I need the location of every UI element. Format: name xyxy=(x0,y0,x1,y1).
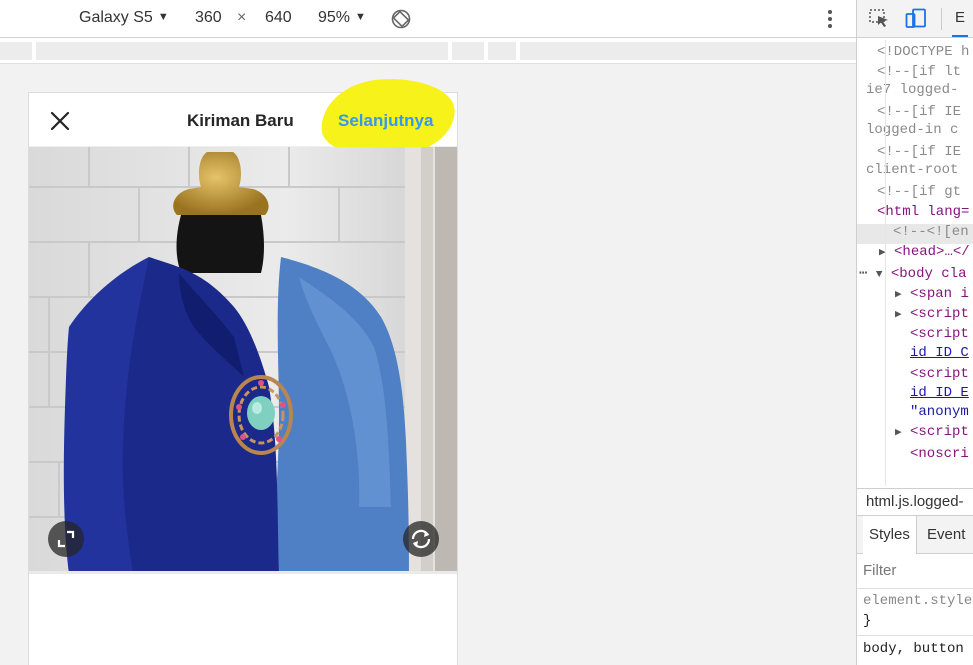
dom-row-script2: ▶ <script xyxy=(895,422,969,442)
dom-line[interactable]: <body cla xyxy=(891,266,967,282)
dom-line[interactable]: <script xyxy=(910,424,969,440)
rule-selector[interactable]: body, button xyxy=(863,641,964,657)
dom-tree: <!DOCTYPE h <!--[if lt ie7 logged- <!--[… xyxy=(857,40,973,488)
dom-line[interactable]: <!--[if gt xyxy=(877,182,961,202)
expand-triangle-icon[interactable]: ▶ xyxy=(895,309,902,321)
dom-line[interactable]: <head>…</ xyxy=(894,244,970,260)
expand-icon xyxy=(57,530,75,548)
dom-row-script: ▶ <script xyxy=(895,304,969,324)
media-query-ruler xyxy=(0,38,856,64)
dom-line[interactable]: <!--[if IE xyxy=(877,142,961,162)
close-icon[interactable] xyxy=(49,110,71,132)
dom-line[interactable]: logged-in c xyxy=(866,120,958,140)
dom-line[interactable]: <!--[if lt xyxy=(877,62,961,82)
style-rules: element.style } body, button xyxy=(857,588,973,657)
dom-line[interactable]: <noscri xyxy=(910,444,969,464)
dom-row-span: ▶ <span i xyxy=(895,284,969,304)
dom-line[interactable]: id_ID_C xyxy=(910,343,969,363)
dom-line[interactable]: <!DOCTYPE h xyxy=(877,42,969,62)
zoom-value: 95% xyxy=(318,9,351,26)
ruler-segment[interactable] xyxy=(520,42,856,60)
collapse-triangle-icon[interactable]: ▼ xyxy=(876,269,883,281)
dom-breadcrumb[interactable]: html.js.logged- xyxy=(857,488,973,516)
next-button[interactable]: Selanjutnya xyxy=(338,111,433,131)
expand-triangle-icon[interactable]: ▶ xyxy=(895,289,902,301)
ruler-segment[interactable] xyxy=(488,42,516,60)
dom-line[interactable]: <html lang= xyxy=(877,202,969,222)
device-name: Galaxy S5 xyxy=(79,9,153,26)
devtools-toolbar: E xyxy=(857,0,973,38)
ruler-segment[interactable] xyxy=(0,42,32,60)
dom-row-head: ▶ <head>…</ xyxy=(879,242,970,262)
expand-photo-button[interactable] xyxy=(48,521,84,557)
dom-line[interactable]: "anonym xyxy=(910,402,969,422)
ellipsis-icon[interactable]: ⋯ xyxy=(859,266,867,282)
dom-line[interactable]: <span i xyxy=(910,286,969,302)
dom-line[interactable]: <!--[if IE xyxy=(877,102,961,122)
mobile-page: Kiriman Baru Selanjutnya xyxy=(28,74,458,665)
tab-event-listeners[interactable]: Event xyxy=(921,516,971,554)
new-post-header: Kiriman Baru Selanjutnya xyxy=(29,74,458,162)
device-toolbar: Galaxy S5 ▼ 360 × 640 95% ▼ xyxy=(0,0,856,38)
tree-guide xyxy=(885,40,886,486)
dom-line[interactable]: <!--<![en xyxy=(893,222,969,242)
ruler-segment[interactable] xyxy=(36,42,448,60)
rule-selector[interactable]: element.style xyxy=(863,593,972,609)
more-options-icon[interactable] xyxy=(826,10,834,30)
scarf-mannequin-image xyxy=(29,147,457,574)
dom-line[interactable]: <script xyxy=(910,324,969,344)
styles-tabbar: Styles Event xyxy=(857,516,973,554)
rotate-photo-button[interactable] xyxy=(403,521,439,557)
height-input[interactable]: 640 xyxy=(265,9,292,27)
styles-filter-input[interactable]: Filter xyxy=(863,562,896,579)
page-title: Kiriman Baru xyxy=(187,111,294,130)
device-caret-icon: ▼ xyxy=(157,11,169,23)
rotate-device-icon[interactable] xyxy=(390,8,412,30)
ruler-segment[interactable] xyxy=(452,42,484,60)
zoom-select[interactable]: 95% ▼ xyxy=(318,9,366,27)
width-input[interactable]: 360 xyxy=(195,9,222,27)
dom-row-body: ⋯ ▼ <body cla xyxy=(859,264,966,284)
browser-window: Galaxy S5 ▼ 360 × 640 95% ▼ Kiriman Baru S… xyxy=(0,0,973,665)
zoom-caret-icon: ▼ xyxy=(355,11,366,23)
devtools-panel: E <!DOCTYPE h <!--[if lt ie7 logged- <!-… xyxy=(856,0,973,665)
dom-line[interactable]: <script xyxy=(910,364,969,384)
dimension-separator: × xyxy=(237,9,247,26)
expand-triangle-icon[interactable]: ▶ xyxy=(895,427,902,439)
dom-line[interactable]: id_ID_E xyxy=(910,383,969,403)
dom-line[interactable]: <script xyxy=(910,306,969,322)
device-select[interactable]: Galaxy S5 ▼ xyxy=(79,9,169,27)
toolbar-divider xyxy=(941,8,942,30)
rotate-icon xyxy=(411,529,431,549)
device-toolbar-icon[interactable] xyxy=(905,8,927,30)
dom-line[interactable]: ie7 logged- xyxy=(866,80,958,100)
rule-close: } xyxy=(863,613,872,629)
rule-divider xyxy=(857,635,973,636)
tab-styles[interactable]: Styles xyxy=(863,516,917,554)
inspect-element-icon[interactable] xyxy=(869,9,891,29)
dom-line[interactable]: client-root xyxy=(866,160,958,180)
tab-elements[interactable]: E xyxy=(952,9,969,37)
post-photo xyxy=(29,147,457,574)
